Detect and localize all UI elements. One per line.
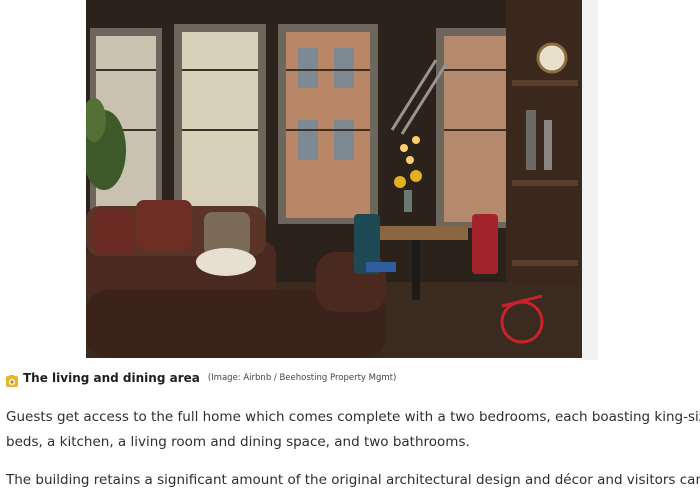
article-photo (86, 0, 582, 358)
page-gutter (582, 0, 598, 360)
window-middle (174, 24, 266, 220)
caption-credit: (Image: Airbnb / Beehosting Property Mgm… (207, 373, 397, 383)
article-paragraph: The building retains a significant amoun… (6, 468, 700, 493)
camera-icon (6, 372, 18, 387)
living-room-image (86, 0, 582, 358)
paragraph-line: Guests get access to the full home which… (6, 409, 700, 425)
paragraph-line: beds, a kitchen, a living room and dinin… (6, 434, 470, 450)
article-paragraph: Guests get access to the full home which… (6, 405, 700, 455)
window-right (436, 28, 516, 228)
caption-title: The living and dining area (23, 371, 200, 385)
image-caption: The living and dining area (Image: Airbn… (6, 369, 396, 387)
window-center (278, 24, 378, 224)
paragraph-line: The building retains a significant amoun… (6, 472, 700, 488)
